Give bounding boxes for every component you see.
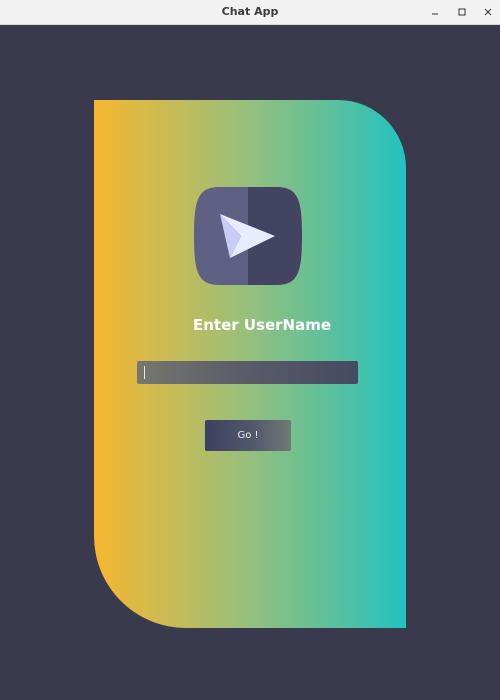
window-title: Chat App [221,5,279,18]
close-button[interactable] [480,4,496,20]
go-button[interactable]: Go ! [205,420,291,451]
send-message-icon [194,187,302,285]
maximize-button[interactable] [454,4,470,20]
maximize-icon [458,8,466,16]
text-cursor [144,366,145,379]
username-input[interactable] [137,361,358,384]
minimize-icon [432,13,438,15]
title-bar: Chat App [0,0,500,25]
login-card: Enter UserName Go ! [94,100,406,628]
enter-username-heading: Enter UserName [192,316,332,334]
chat-app-window: Chat App Enter UserName Go ! [0,0,500,700]
minimize-button[interactable] [427,4,443,20]
close-icon [484,8,492,16]
